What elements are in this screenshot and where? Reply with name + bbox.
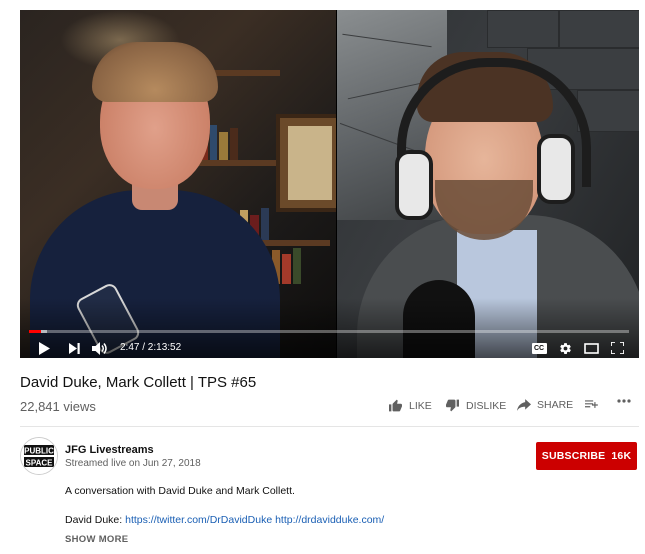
share-button[interactable]: SHARE	[517, 399, 573, 411]
subscribe-button[interactable]: SUBSCRIBE 16K	[536, 442, 637, 470]
share-icon	[517, 399, 531, 411]
theater-mode-icon	[583, 342, 599, 354]
person-left-hair	[92, 42, 218, 102]
more-horizontal-icon	[617, 399, 631, 403]
volume-icon	[92, 341, 107, 355]
thumbs-down-icon	[446, 399, 459, 412]
share-label: SHARE	[537, 399, 574, 411]
like-button[interactable]: LIKE	[388, 399, 432, 412]
stream-date: Streamed live on Jun 27, 2018	[65, 458, 201, 469]
theater-mode-button[interactable]	[583, 341, 599, 355]
save-to-playlist-button[interactable]	[585, 399, 599, 411]
description-links: David Duke: https://twitter.com/DrDavidD…	[65, 514, 384, 526]
settings-button[interactable]	[557, 341, 573, 355]
skip-next-icon	[68, 342, 80, 354]
thumbs-up-icon	[389, 399, 402, 412]
playlist-add-icon	[585, 400, 598, 408]
more-actions-button[interactable]	[617, 399, 631, 403]
description-label: David Duke:	[65, 514, 126, 526]
progress-played	[29, 330, 42, 333]
svg-text:SPACE: SPACE	[26, 459, 54, 468]
subscriber-count: 16K	[611, 450, 632, 462]
subscribe-label: SUBSCRIBE	[541, 450, 606, 462]
like-label: LIKE	[409, 399, 432, 412]
public-space-logo: PUBLIC SPACE	[21, 438, 57, 474]
channel-avatar[interactable]: PUBLIC SPACE	[20, 437, 58, 475]
fullscreen-button[interactable]	[609, 341, 625, 355]
description-line: A conversation with David Duke and Mark …	[65, 485, 295, 497]
time-display: 2:47 / 2:13:52	[120, 342, 182, 353]
divider	[20, 426, 639, 427]
progress-bar[interactable]	[29, 330, 629, 333]
show-more-button[interactable]: SHOW MORE	[65, 534, 128, 545]
stone-wall	[487, 10, 559, 48]
book	[261, 208, 269, 240]
dislike-label: DISLIKE	[466, 399, 507, 412]
headphone-cup	[537, 134, 575, 204]
dislike-button[interactable]: DISLIKE	[445, 399, 506, 412]
book	[230, 128, 238, 160]
book	[293, 248, 301, 284]
next-button[interactable]	[67, 341, 81, 355]
play-button[interactable]	[37, 341, 51, 355]
closed-captions-icon: CC	[531, 342, 547, 354]
mute-button[interactable]	[91, 341, 109, 355]
captions-button[interactable]: CC	[531, 341, 547, 355]
fullscreen-icon	[610, 342, 624, 354]
book	[219, 132, 228, 160]
book	[282, 254, 291, 284]
headphone-cup	[395, 150, 433, 220]
framed-certificate	[276, 114, 336, 212]
channel-name-link[interactable]: JFG Livestreams	[65, 444, 154, 456]
video-player[interactable]: 2:47 / 2:13:52 CC	[20, 10, 639, 358]
stone-wall	[559, 10, 639, 48]
svg-text:PUBLIC: PUBLIC	[24, 447, 54, 456]
play-icon	[39, 341, 50, 355]
view-count: 22,841 views	[20, 399, 96, 414]
website-link[interactable]: http://drdavidduke.com/	[275, 514, 384, 526]
gear-icon	[559, 342, 571, 354]
video-title: David Duke, Mark Collett | TPS #65	[20, 374, 257, 391]
book	[210, 125, 217, 160]
bookshelf	[190, 160, 280, 166]
twitter-link[interactable]: https://twitter.com/DrDavidDuke	[125, 514, 272, 526]
